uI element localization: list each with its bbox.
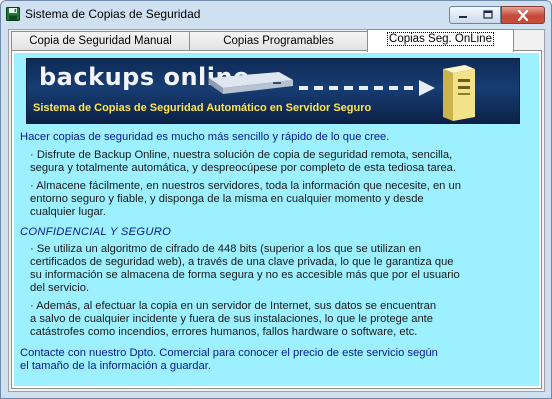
backup-drive-icon bbox=[209, 72, 293, 94]
tab-label: Copias Seg. OnLine bbox=[387, 32, 494, 46]
bullet-3-line-3: su información se almacena de forma segu… bbox=[30, 269, 460, 281]
tab-label: Copias Programables bbox=[223, 35, 334, 47]
bullet-3-line-1: · Se utiliza un algoritmo de cifrado de … bbox=[30, 243, 422, 255]
online-panel: backups online Sistema de Copias de Segu… bbox=[14, 53, 539, 386]
bullet-2-line-2: entorno seguro y fiable, y disponga de l… bbox=[30, 193, 424, 205]
close-button[interactable] bbox=[501, 6, 545, 24]
maximize-button[interactable] bbox=[475, 6, 501, 24]
bullet-3-line-2: certificados de seguridad web), a través… bbox=[30, 256, 454, 268]
minimize-button[interactable] bbox=[449, 6, 476, 24]
bullet-2-line-3: cualquier lugar. bbox=[30, 206, 106, 218]
section-heading: CONFIDENCIAL Y SEGURO bbox=[20, 226, 172, 238]
maximize-icon bbox=[482, 10, 493, 19]
client-area: Copia de Seguridad Manual Copias Program… bbox=[8, 29, 545, 392]
close-icon bbox=[517, 9, 529, 21]
backups-online-banner: backups online Sistema de Copias de Segu… bbox=[26, 58, 520, 124]
tab-copias-online[interactable]: Copias Seg. OnLine bbox=[367, 29, 514, 52]
server-tower-icon bbox=[443, 65, 475, 121]
contact-line-2: el tamaño de la información a guardar. bbox=[20, 360, 211, 372]
floppy-disk-icon bbox=[6, 7, 20, 21]
tab-copia-manual[interactable]: Copia de Seguridad Manual bbox=[11, 31, 190, 51]
bullet-4-line-3: catástrofes como incendios, errores huma… bbox=[30, 326, 418, 338]
window-title: Sistema de Copias de Seguridad bbox=[25, 7, 201, 21]
bullet-1-line-1: · Disfrute de Backup Online, nuestra sol… bbox=[30, 149, 453, 161]
application-window: Sistema de Copias de Seguridad Copia de … bbox=[0, 0, 552, 399]
bullet-1-line-2: segura y totalmente automática, y despre… bbox=[30, 162, 456, 174]
bullet-2-line-1: · Almacene fácilmente, en nuestros servi… bbox=[30, 180, 461, 192]
intro-text: Hacer copias de seguridad es mucho más s… bbox=[20, 131, 390, 143]
tab-copias-programables[interactable]: Copias Programables bbox=[189, 31, 368, 51]
minimize-icon bbox=[458, 16, 467, 18]
banner-subtitle: Sistema de Copias de Seguridad Automátic… bbox=[33, 102, 372, 114]
tab-panel: backups online Sistema de Copias de Segu… bbox=[11, 50, 542, 389]
transfer-arrow-icon bbox=[299, 80, 435, 96]
tab-label: Copia de Seguridad Manual bbox=[29, 35, 172, 47]
bullet-4-line-1: · Además, al efectuar la copia en un ser… bbox=[30, 300, 437, 312]
bullet-3-line-4: del servicio. bbox=[30, 282, 90, 294]
title-bar[interactable]: Sistema de Copias de Seguridad bbox=[1, 1, 551, 27]
contact-line-1: Contacte con nuestro Dpto. Comercial par… bbox=[20, 347, 438, 359]
bullet-4-line-2: a salvo de cualquier incidente y fuera d… bbox=[30, 313, 434, 325]
